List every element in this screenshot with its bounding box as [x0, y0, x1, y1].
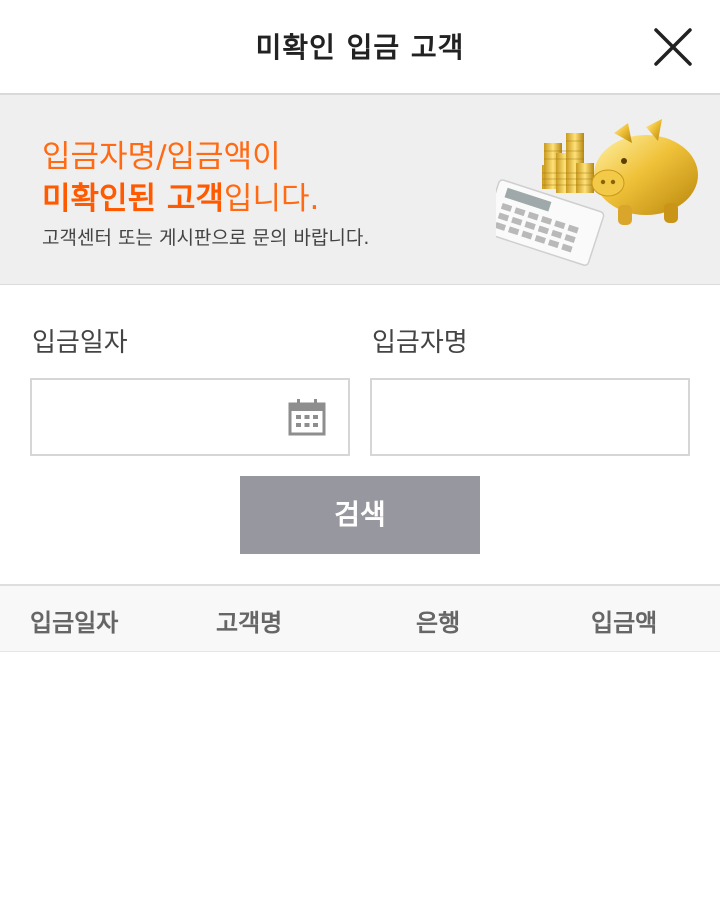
banner-line-2-rest: 입니다. — [223, 181, 320, 217]
piggy-bank-calculator-illustration — [496, 119, 698, 266]
deposit-date-field[interactable] — [30, 378, 350, 456]
banner-line-3: 고객센터 또는 게시판으로 문의 바랍니다. — [42, 227, 370, 249]
depositor-name-field[interactable] — [370, 378, 690, 456]
results-table-header: 입금일자 고객명 은행 입금액 — [0, 584, 720, 652]
column-header-bank: 은행 — [416, 609, 461, 637]
depositor-name-label: 입금자명 — [372, 328, 468, 358]
close-icon — [654, 28, 692, 66]
column-header-customer-name: 고객명 — [216, 609, 283, 637]
header: 미확인 입금 고객 — [0, 0, 720, 95]
deposit-date-label: 입금일자 — [32, 328, 128, 358]
banner-line-2: 미확인된 고객입니다. — [42, 173, 319, 218]
depositor-name-input[interactable] — [372, 380, 688, 454]
close-button[interactable] — [652, 26, 694, 68]
coin-stacks — [542, 133, 594, 193]
column-header-deposit-date: 입금일자 — [30, 609, 119, 637]
calendar-button[interactable] — [288, 398, 326, 436]
notice-banner: 입금자명/입금액이 미확인된 고객입니다. 고객센터 또는 게시판으로 문의 바… — [0, 95, 720, 285]
search-button[interactable]: 검색 — [240, 476, 480, 554]
piggy-bank — [591, 119, 698, 225]
banner-line-1: 입금자명/입금액이 — [42, 139, 281, 175]
calendar-icon — [288, 399, 326, 436]
banner-highlight: 미확인된 고객 — [42, 181, 224, 217]
column-header-amount: 입금액 — [591, 609, 658, 637]
page-title: 미확인 입금 고객 — [255, 31, 465, 64]
